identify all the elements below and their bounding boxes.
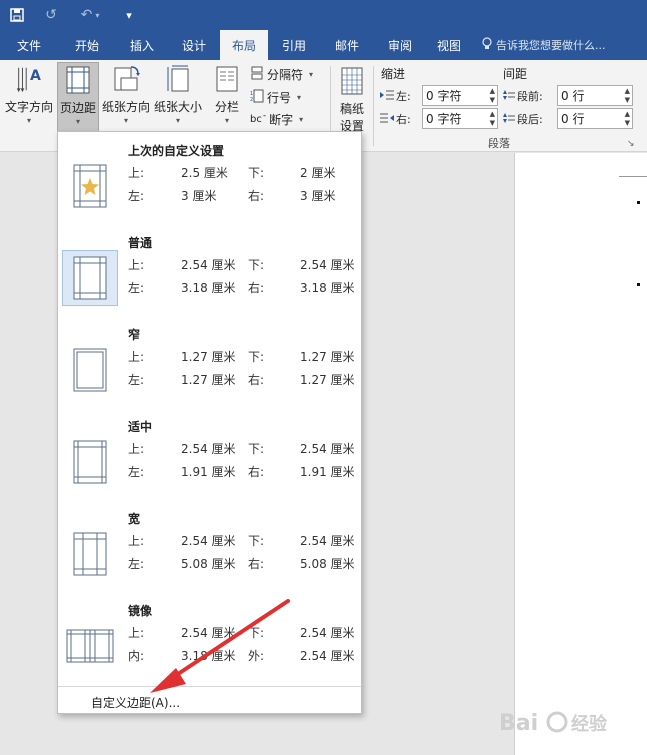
svg-text:经验: 经验 [571,713,608,735]
annotation-arrow [150,599,290,693]
baidu-watermark-logo: Bai 经验 [497,700,642,750]
svg-text:Bai: Bai [499,711,538,736]
